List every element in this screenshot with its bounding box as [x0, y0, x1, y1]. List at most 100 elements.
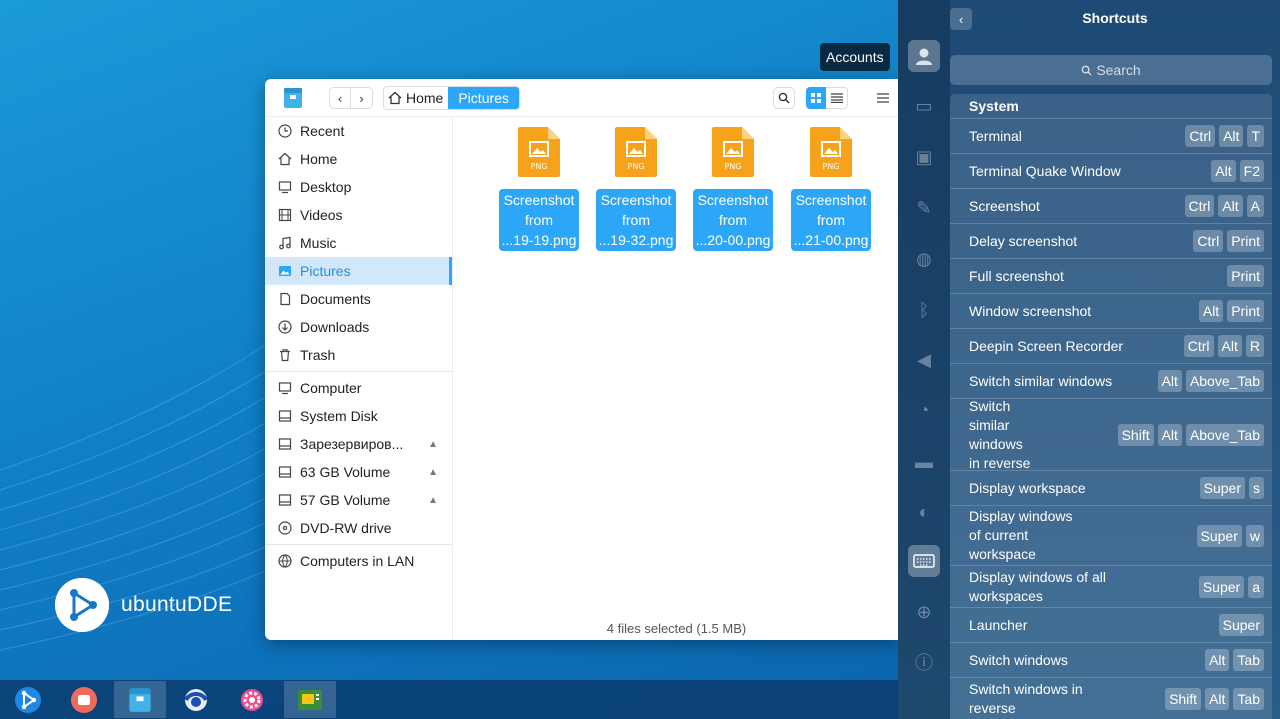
file-manager-dock-icon[interactable] — [114, 681, 166, 718]
section-header: System — [950, 94, 1272, 118]
key-cap: Ctrl — [1183, 335, 1214, 357]
desktop-icon — [277, 179, 293, 195]
network-icon[interactable]: ◍ — [908, 243, 940, 275]
file-item[interactable]: PNG Screenshot from ...19-19.png — [497, 127, 581, 251]
shortcut-name: Window screenshot — [969, 302, 1092, 319]
update-icon[interactable]: ⊕ — [908, 596, 940, 628]
list-view-button[interactable] — [826, 87, 848, 109]
shortcut-row[interactable]: Screenshot Ctrl Alt A — [950, 188, 1272, 223]
sidebar-item-63gb-volume[interactable]: 63 GB Volume ▲ — [265, 458, 452, 486]
shortcut-name: Display windows of current workspace — [969, 508, 1073, 562]
document-icon — [277, 291, 293, 307]
control-center-nav-rail: ▭ ▣ ✎ ◍ ᛒ ◀ ◔ ▬ ◐ ⊕ ⓘ — [898, 0, 950, 719]
music-icon — [277, 235, 293, 251]
sidebar-item-music[interactable]: Music — [265, 229, 452, 257]
list-icon — [830, 93, 843, 103]
search-input[interactable]: Search — [950, 55, 1272, 85]
sidebar-item-documents[interactable]: Documents — [265, 285, 452, 313]
browser-icon[interactable] — [170, 681, 222, 718]
keyboard-icon[interactable] — [908, 545, 940, 577]
shortcut-list: System Terminal Ctrl Alt T Terminal Quake Wi… — [950, 94, 1272, 719]
sidebar-item-desktop[interactable]: Desktop — [265, 173, 452, 201]
system-monitor-icon[interactable] — [284, 681, 336, 718]
shortcut-name: Screenshot — [969, 197, 1040, 214]
back-button[interactable]: ‹ — [329, 87, 351, 109]
launcher-icon[interactable] — [2, 681, 54, 718]
file-manager-app-icon — [283, 87, 303, 109]
sidebar-item-computer[interactable]: Computer — [265, 374, 452, 402]
shortcut-name: Display workspace — [969, 479, 1086, 496]
file-item[interactable]: PNG Screenshot from ...20-00.png — [691, 127, 775, 251]
screen-recorder-icon[interactable] — [58, 681, 110, 718]
key-cap: Alt — [1217, 335, 1242, 357]
settings-icon[interactable] — [226, 681, 278, 718]
computer-icon — [277, 380, 293, 396]
key-cap: F2 — [1239, 160, 1264, 182]
shortcut-row[interactable]: Display windows of all workspaces Super a — [950, 565, 1272, 607]
shortcut-row[interactable]: Terminal Quake Window Alt F2 — [950, 153, 1272, 188]
file-manager-titlebar: ‹ › Home Pictures — [265, 79, 900, 117]
sidebar-item-system-disk[interactable]: System Disk — [265, 402, 452, 430]
file-item[interactable]: PNG Screenshot from ...21-00.png — [789, 127, 873, 251]
shortcut-row[interactable]: Switch similar windows Alt Above_Tab — [950, 363, 1272, 398]
file-view: PNG Screenshot from ...19-19.png PNG Scree… — [453, 117, 900, 640]
forward-button[interactable]: › — [351, 87, 373, 109]
sidebar-item-pictures[interactable]: Pictures — [265, 257, 452, 285]
key-cap: s — [1249, 477, 1264, 499]
key-cap: Super — [1199, 477, 1245, 499]
dock — [0, 680, 898, 719]
shortcut-name: Display windows of all workspaces — [969, 568, 1106, 604]
key-cap: A — [1246, 195, 1264, 217]
shortcut-keys: Super s — [1199, 477, 1264, 499]
eject-icon[interactable]: ▲ — [428, 467, 438, 478]
display-icon[interactable]: ▭ — [908, 90, 940, 122]
sidebar-item-reserved-volume[interactable]: Зарезервиров... ▲ — [265, 430, 452, 458]
shortcut-row[interactable]: Switch windows Alt Tab — [950, 642, 1272, 677]
shortcut-row[interactable]: Delay screenshot Ctrl Print — [950, 223, 1272, 258]
shortcut-row[interactable]: Window screenshot Alt Print — [950, 293, 1272, 328]
sidebar-item-dvd-drive[interactable]: DVD-RW drive — [265, 514, 452, 542]
home-icon — [277, 151, 293, 167]
png-file-icon: PNG — [712, 127, 754, 177]
sidebar-item-trash[interactable]: Trash — [265, 341, 452, 369]
shortcut-row[interactable]: Switch windows in reverse Shift Alt Tab — [950, 677, 1272, 719]
sidebar-item-home[interactable]: Home — [265, 145, 452, 173]
breadcrumb-home[interactable]: Home — [384, 87, 448, 109]
file-item[interactable]: PNG Screenshot from ...19-32.png — [594, 127, 678, 251]
sound-icon[interactable]: ◀ — [908, 344, 940, 376]
png-file-icon: PNG — [810, 127, 852, 177]
main-menu-button[interactable] — [875, 89, 891, 107]
mouse-icon[interactable]: ◐ — [908, 496, 940, 528]
shortcut-row[interactable]: Switch similar windows in reverse Shift Alt Ab… — [950, 397, 1272, 471]
eject-icon[interactable]: ▲ — [428, 439, 438, 450]
shortcut-row[interactable]: Deepin Screen Recorder Ctrl Alt R — [950, 328, 1272, 363]
icon-view-button[interactable] — [806, 87, 826, 109]
power-icon[interactable]: ▬ — [908, 446, 940, 478]
accounts-icon[interactable] — [908, 40, 940, 72]
bluetooth-icon[interactable]: ᛒ — [908, 294, 940, 326]
sidebar-item-computers-in-lan[interactable]: Computers in LAN — [265, 547, 452, 575]
shortcut-row[interactable]: Launcher Super — [950, 607, 1272, 642]
file-name-label: Screenshot from ...19-32.png — [595, 189, 677, 251]
search-button[interactable] — [773, 87, 795, 109]
sidebar-item-recent[interactable]: Recent — [265, 117, 452, 145]
shortcut-row[interactable]: Display windows of current workspace Super w — [950, 505, 1272, 565]
key-cap: a — [1248, 575, 1264, 598]
eject-icon[interactable]: ▲ — [428, 495, 438, 506]
datetime-icon[interactable]: ◔ — [908, 394, 940, 426]
sidebar-item-downloads[interactable]: Downloads — [265, 313, 452, 341]
sidebar-item-videos[interactable]: Videos — [265, 201, 452, 229]
file-name-label: Screenshot from ...19-19.png — [498, 189, 580, 251]
search-icon — [778, 92, 790, 104]
status-bar: 4 files selected (1.5 MB) — [606, 621, 747, 636]
personalization-icon[interactable]: ✎ — [908, 192, 940, 224]
info-icon[interactable]: ⓘ — [908, 646, 940, 678]
sidebar-item-57gb-volume[interactable]: 57 GB Volume ▲ — [265, 486, 452, 514]
shortcut-row[interactable]: Full screenshot Print — [950, 258, 1272, 293]
key-cap: Ctrl — [1193, 230, 1224, 252]
breadcrumb-pictures[interactable]: Pictures — [448, 87, 519, 109]
shortcut-row[interactable]: Display workspace Super s — [950, 470, 1272, 505]
shortcut-name: Switch similar windows in reverse — [969, 397, 1031, 471]
shortcut-row[interactable]: Terminal Ctrl Alt T — [950, 118, 1272, 153]
calendar-icon[interactable]: ▣ — [908, 141, 940, 173]
